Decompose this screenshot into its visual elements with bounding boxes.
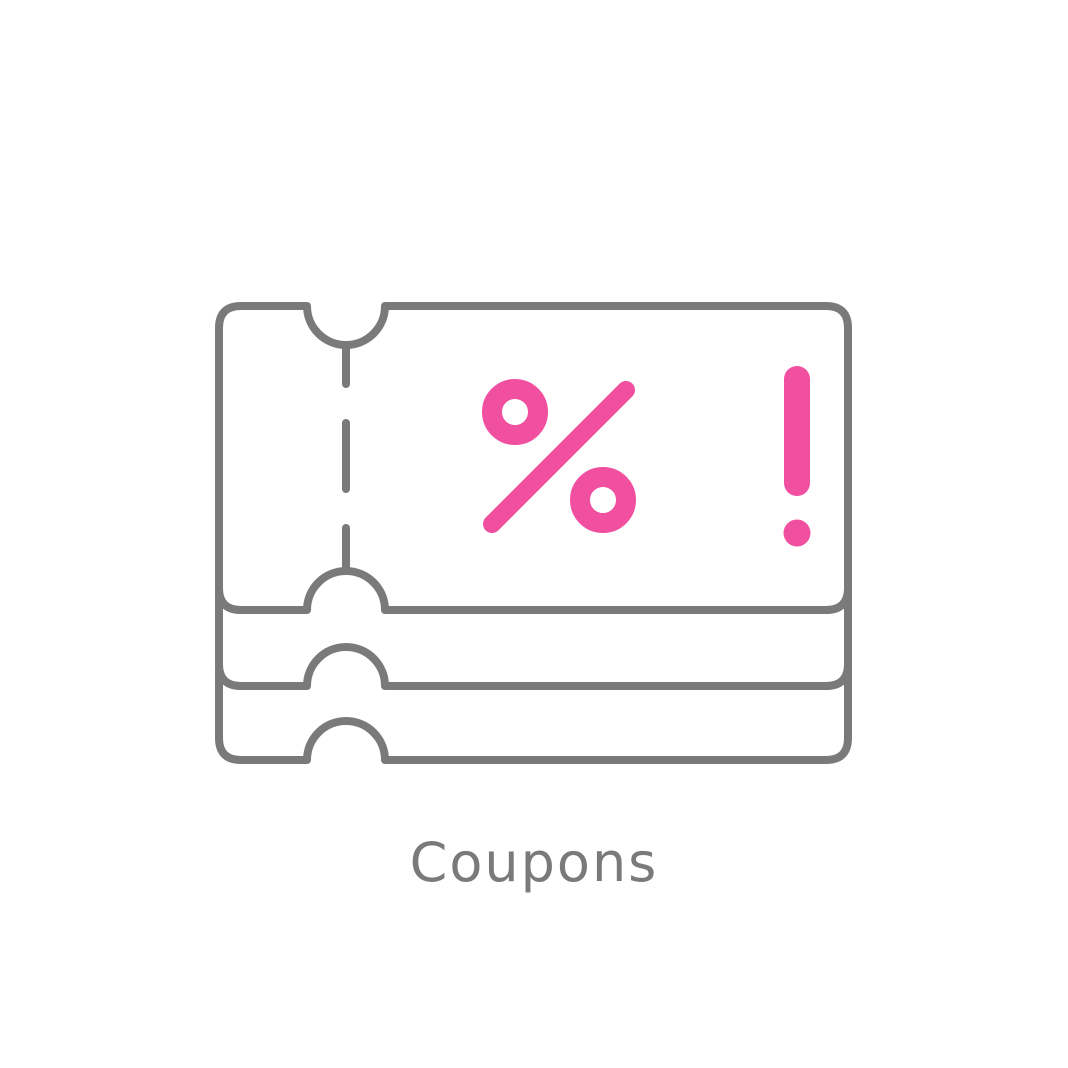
coupons-label: Coupons bbox=[409, 831, 659, 894]
coupons-icon bbox=[215, 302, 852, 764]
coupon-front bbox=[215, 302, 852, 614]
coupons-tile: Coupons bbox=[0, 0, 1068, 1068]
percent-sign-icon bbox=[482, 379, 636, 533]
exclamation-mark-icon bbox=[783, 366, 811, 547]
coupon-stack-back bbox=[215, 660, 852, 764]
coupon-stack-middle bbox=[215, 586, 852, 690]
